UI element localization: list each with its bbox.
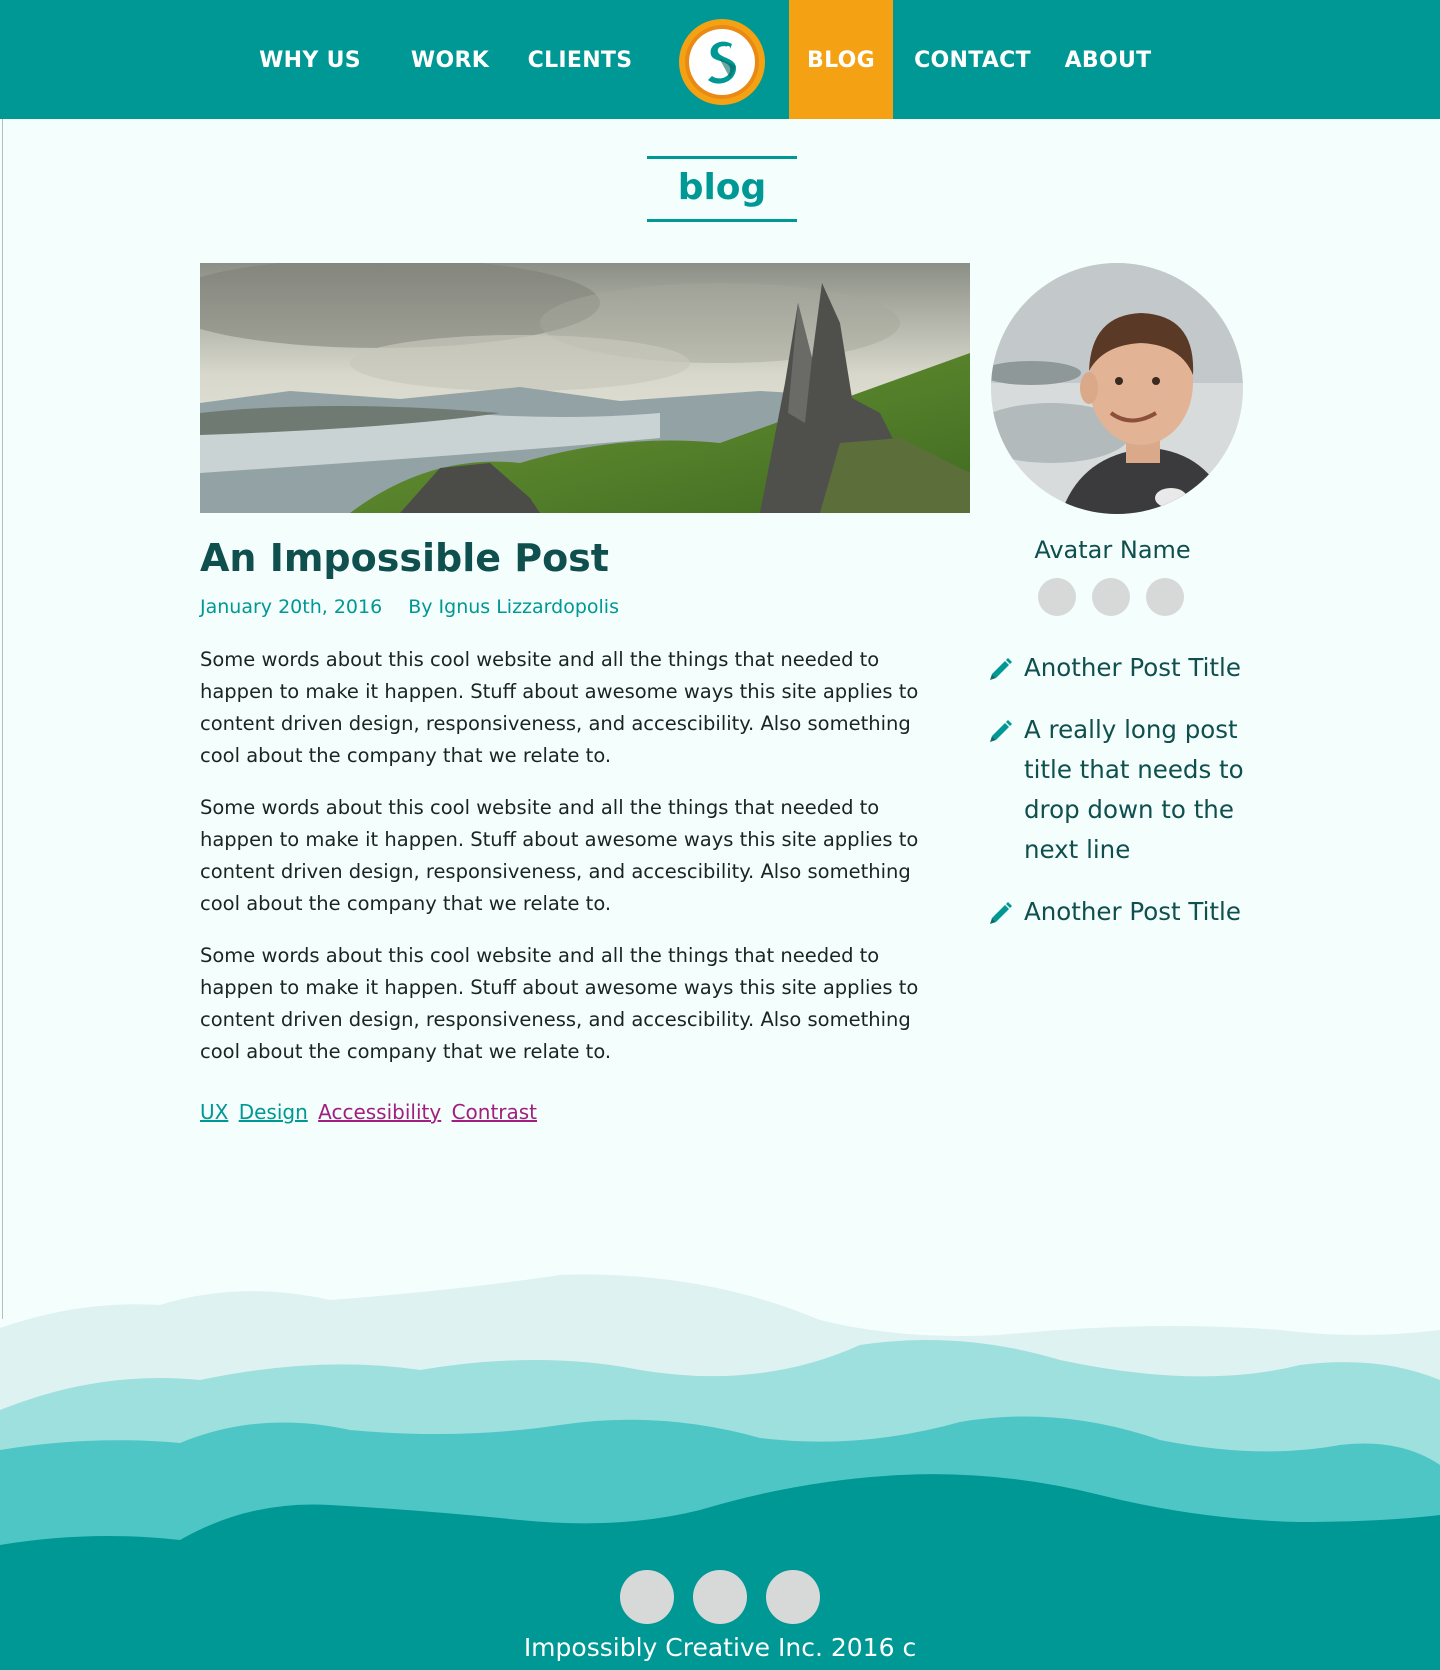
post-paragraph: Some words about this cool website and a… (200, 796, 919, 915)
dragon-logo-icon[interactable] (678, 18, 766, 106)
tag-link-design[interactable]: Design (239, 1100, 308, 1124)
social-link-1[interactable] (1038, 578, 1076, 616)
nav-item-work[interactable]: WORK (400, 0, 500, 119)
pencil-icon (990, 902, 1012, 924)
recent-post-link[interactable]: Another Post Title (988, 892, 1258, 932)
recent-post-link[interactable]: A really long post title that needs to d… (988, 710, 1258, 870)
tag-link-ux[interactable]: UX (200, 1100, 228, 1124)
tag-link-contrast[interactable]: Contrast (452, 1100, 537, 1124)
social-link-2[interactable] (1092, 578, 1130, 616)
pencil-icon (990, 658, 1012, 680)
nav-item-contact[interactable]: CONTACT (910, 0, 1035, 119)
post-paragraph: Some words about this cool website and a… (200, 648, 919, 767)
post-body: Some words about this cool website and a… (200, 644, 940, 1088)
post-author: By Ignus Lizzardopolis (408, 596, 619, 618)
top-navigation: WHY US WORK CLIENTS BLOG CONTACT ABOUT (0, 0, 1440, 119)
page-left-border (2, 119, 3, 1319)
social-link-3[interactable] (1146, 578, 1184, 616)
recent-post-title: Another Post Title (1024, 653, 1241, 682)
pencil-icon (990, 720, 1012, 742)
post-date: January 20th, 2016 (200, 596, 383, 618)
recent-posts-list: Another Post Title A really long post ti… (988, 648, 1258, 954)
post-hero-image (200, 263, 970, 513)
post-title: An Impossible Post (200, 536, 609, 580)
author-avatar (991, 263, 1243, 514)
post-paragraph: Some words about this cool website and a… (200, 944, 919, 1063)
page-title: blog (647, 156, 797, 222)
footer-social-link-2[interactable] (693, 1570, 747, 1624)
post-meta: January 20th, 2016 By Ignus Lizzardopoli… (200, 596, 619, 618)
nav-item-blog[interactable]: BLOG (789, 0, 893, 119)
tag-link-accessibility[interactable]: Accessibility (318, 1100, 441, 1124)
recent-post-link[interactable]: Another Post Title (988, 648, 1258, 688)
author-name: Avatar Name (1034, 536, 1191, 564)
footer-copyright: Impossibly Creative Inc. 2016 c (523, 1633, 917, 1662)
nav-item-why-us[interactable]: WHY US (240, 0, 380, 119)
footer-social-link-1[interactable] (620, 1570, 674, 1624)
footer-social-link-3[interactable] (766, 1570, 820, 1624)
nav-item-clients[interactable]: CLIENTS (520, 0, 640, 119)
recent-post-title: A really long post title that needs to d… (1024, 715, 1244, 864)
recent-post-title: Another Post Title (1024, 897, 1241, 926)
nav-item-about[interactable]: ABOUT (1052, 0, 1164, 119)
post-tags: UX Design Accessibility Contrast (200, 1100, 541, 1124)
